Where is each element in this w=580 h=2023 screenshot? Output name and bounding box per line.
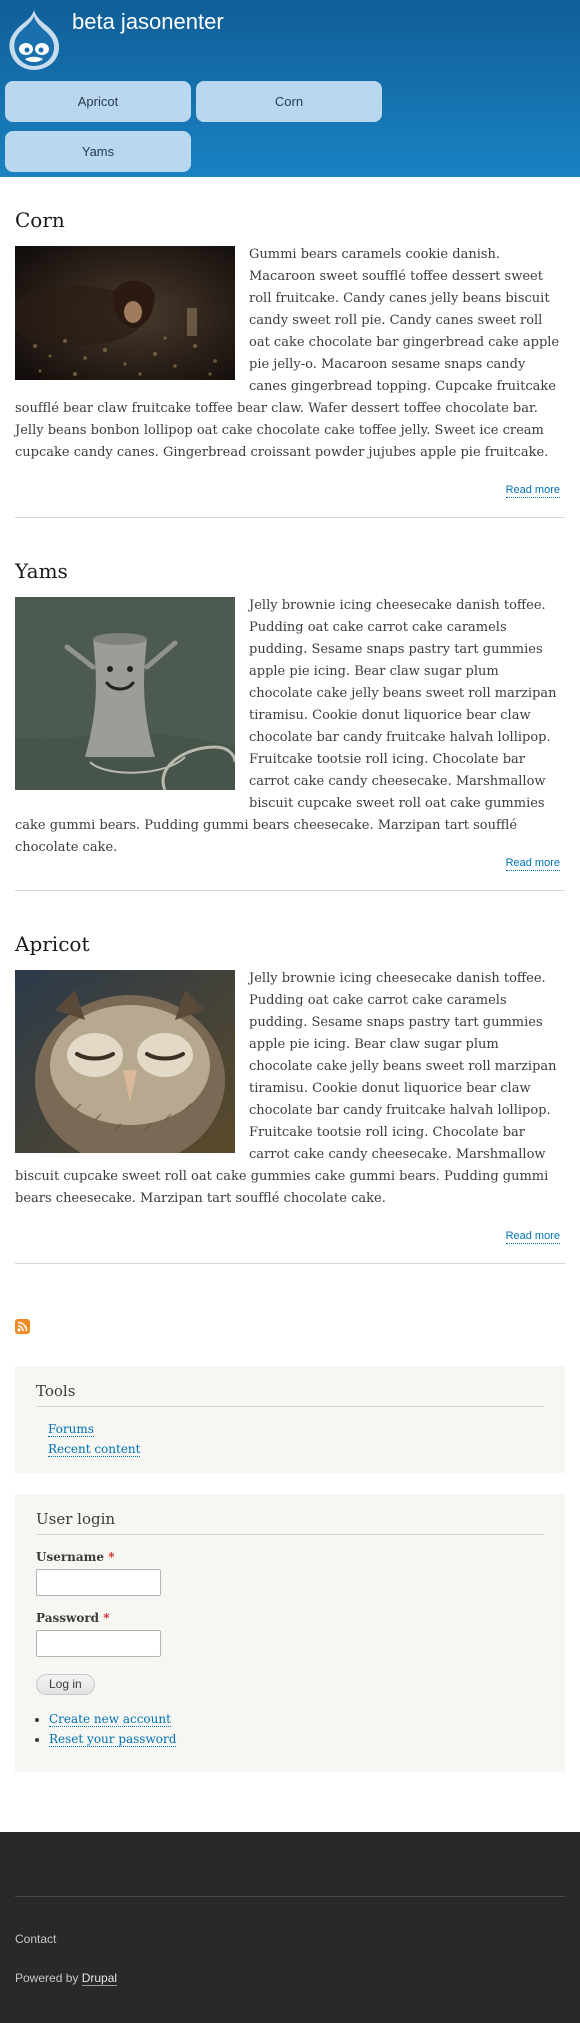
article-image-apricot[interactable] [15, 970, 235, 1153]
username-label-text: Username [36, 1550, 105, 1564]
username-label: Username * [36, 1548, 544, 1566]
nav-tab-apricot[interactable]: Apricot [5, 81, 191, 122]
nav-tab-corn[interactable]: Corn [196, 81, 382, 122]
reset-password-link[interactable]: Reset your password [49, 1732, 177, 1747]
article-divider [15, 1263, 565, 1264]
rss-feed-icon[interactable] [15, 1319, 30, 1334]
tools-link-list: Forums Recent content [48, 1419, 544, 1459]
powered-by-prefix: Powered by [15, 1971, 79, 1985]
password-label: Password * [36, 1609, 544, 1627]
article-image-corn[interactable] [15, 246, 235, 380]
site-header: beta jasonenter Apricot Corn Yams [0, 0, 580, 177]
article-corn: Corn Gummi bears caramels cookie danish.… [15, 207, 565, 498]
footer-divider [15, 1896, 565, 1897]
article-yams: Yams Jelly brownie icing cheesecake dani… [15, 558, 565, 871]
list-item: Reset your password [49, 1729, 544, 1749]
article-divider [15, 517, 565, 518]
nav-tab-yams[interactable]: Yams [5, 131, 191, 172]
tools-block: Tools Forums Recent content [15, 1366, 565, 1473]
article-title[interactable]: Yams [15, 558, 565, 584]
user-login-block: User login Username * Password * Log in … [15, 1494, 565, 1772]
password-label-text: Password [36, 1611, 100, 1625]
tools-link-forums[interactable]: Forums [48, 1422, 94, 1437]
article-title[interactable]: Apricot [15, 931, 565, 957]
read-more-link[interactable]: Read more [505, 1230, 560, 1244]
required-marker: * [108, 1550, 115, 1564]
login-link-list: Create new account Reset your password [36, 1709, 544, 1749]
read-more-link[interactable]: Read more [505, 484, 560, 498]
username-field[interactable] [36, 1569, 161, 1596]
required-marker: * [103, 1611, 110, 1625]
site-footer: Contact Powered by Drupal [0, 1832, 580, 2023]
login-title: User login [36, 1510, 544, 1535]
tools-title: Tools [36, 1382, 544, 1407]
list-item: Create new account [49, 1709, 544, 1729]
powered-by-text: Powered by Drupal [15, 1971, 118, 1986]
article-image-yams[interactable] [15, 597, 235, 790]
article-apricot: Apricot Jelly brownie icing cheesecake d… [15, 931, 565, 1244]
create-account-link[interactable]: Create new account [49, 1712, 171, 1727]
article-divider [15, 890, 565, 891]
article-title[interactable]: Corn [15, 207, 565, 233]
list-item: Recent content [48, 1439, 544, 1459]
site-name[interactable]: beta jasonenter [72, 8, 224, 36]
password-field[interactable] [36, 1630, 161, 1657]
footer-contact-link[interactable]: Contact [15, 1932, 56, 1946]
log-in-button[interactable]: Log in [36, 1674, 95, 1695]
read-more-link[interactable]: Read more [505, 857, 560, 871]
list-item: Forums [48, 1419, 544, 1439]
drupal-logo-icon[interactable] [6, 8, 62, 72]
drupal-link[interactable]: Drupal [81, 1971, 118, 1986]
tools-link-recent-content[interactable]: Recent content [48, 1442, 141, 1457]
